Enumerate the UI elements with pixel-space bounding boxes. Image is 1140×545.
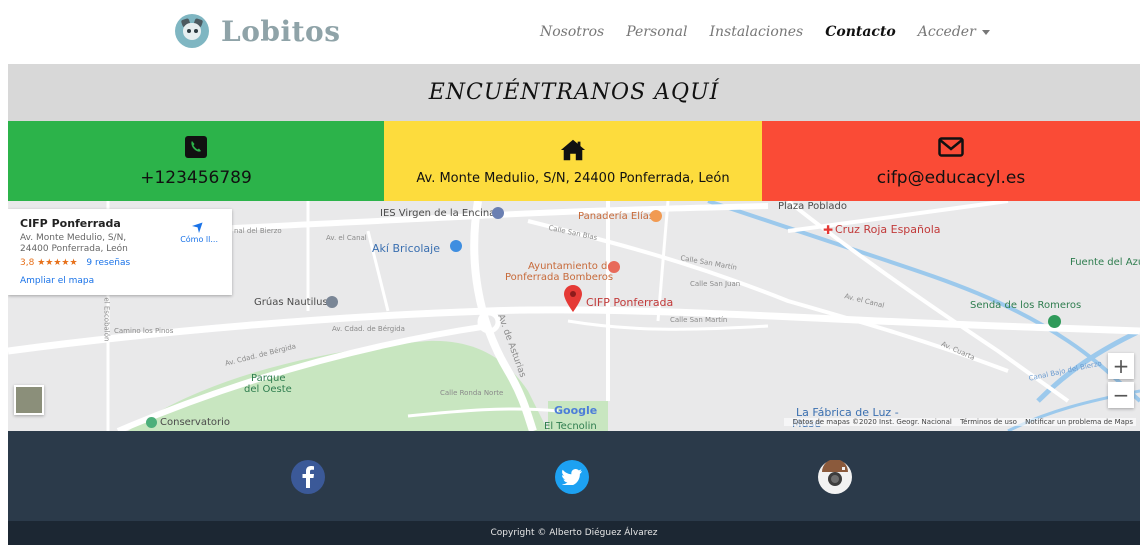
map-label-tecnolin[interactable]: El Tecnolin: [544, 421, 597, 431]
pin-conservatorio-icon: [146, 417, 157, 428]
nav-nosotros[interactable]: Nosotros: [540, 24, 604, 40]
reviews-link[interactable]: 9 reseñas: [86, 258, 130, 268]
street-label: Av. el Canal: [326, 234, 367, 242]
copyright-text: Copyright © Alberto Diéguez Álvarez: [490, 528, 658, 538]
map-label-ies[interactable]: IES Virgen de la Encina: [380, 208, 495, 219]
map-label-parque2[interactable]: del Oeste: [244, 384, 292, 395]
enlarge-map-link[interactable]: Ampliar el mapa: [20, 276, 220, 286]
townhall-icon: [608, 261, 620, 273]
home-icon: [560, 137, 586, 163]
terms-link[interactable]: Términos de uso: [960, 418, 1017, 426]
phone-block: +123456789: [8, 121, 384, 201]
nav-personal[interactable]: Personal: [626, 24, 687, 40]
nav-acceder: Acceder: [917, 24, 976, 40]
twitter-icon[interactable]: [555, 460, 589, 494]
map-label-conservatorio[interactable]: Conservatorio: [160, 417, 230, 428]
place-rating: 3,8 ★★★★★ 9 reseñas: [20, 258, 220, 268]
directions-label: Cómo ll...: [180, 235, 218, 244]
street-label: Camino los Pinos: [114, 327, 174, 335]
rating-stars: ★★★★★: [37, 258, 78, 268]
copyright-bar: Copyright © Alberto Diéguez Álvarez: [8, 521, 1140, 545]
map-label-cruzroja[interactable]: Cruz Roja Española: [835, 223, 941, 236]
map-label-cifp[interactable]: CIFP Ponferrada: [586, 296, 673, 309]
email-block: cifp@educacyl.es: [762, 121, 1140, 201]
contact-row: +123456789 Av. Monte Medulio, S/N, 24400…: [8, 121, 1140, 201]
phone-icon: [183, 134, 209, 160]
street-label: nal del Bierzo: [234, 227, 282, 235]
satellite-toggle[interactable]: [14, 385, 44, 415]
google-logo: Google: [554, 404, 598, 417]
directions-button[interactable]: Cómo ll...: [180, 219, 218, 244]
street-label: Calle San Juan: [690, 280, 741, 288]
facebook-icon[interactable]: [291, 460, 325, 494]
map-label-bomberos[interactable]: Ponferrada Bomberos: [505, 272, 613, 283]
wolf-icon: [175, 14, 209, 48]
street-label: Calle Ronda Norte: [440, 389, 504, 397]
street-label: Av. Cdad. de Bérgida: [332, 325, 405, 333]
map-label-plaza[interactable]: Plaza Poblado: [778, 201, 847, 212]
shop-icon: [450, 240, 462, 252]
report-problem-link[interactable]: Notificar un problema de Maps: [1025, 418, 1133, 426]
hiking-icon: [1048, 315, 1061, 328]
school-icon: [492, 207, 504, 219]
street-label: Calle San Martín: [670, 316, 728, 324]
map-attribution: Datos de mapas ©2020 Inst. Geogr. Nacion…: [783, 418, 1136, 426]
navbar: Lobitos Nosotros Personal Instalaciones …: [0, 0, 1140, 64]
directions-icon: [192, 222, 203, 233]
find-us-banner: ENCUÉNTRANOS AQUÍ: [8, 64, 1140, 121]
place-info-card: CIFP Ponferrada Av. Monte Medulio, S/N, …: [8, 209, 232, 295]
phone-text: +123456789: [140, 168, 252, 188]
instagram-icon[interactable]: [818, 460, 852, 494]
map-label-gruas[interactable]: Grúas Nautilus: [254, 297, 328, 308]
main-nav: Nosotros Personal Instalaciones Contacto…: [540, 24, 990, 40]
map-label-senda[interactable]: Senda de los Romeros: [970, 300, 1081, 311]
nav-acceder-dropdown[interactable]: Acceder: [918, 24, 990, 40]
map-label-parque1[interactable]: Parque: [251, 373, 285, 384]
map-label-fuente[interactable]: Fuente del Azu: [1070, 257, 1140, 268]
embedded-map[interactable]: IES Virgen de la Encina Panadería Elías …: [8, 201, 1140, 431]
address-block: Av. Monte Medulio, S/N, 24400 Ponferrada…: [384, 121, 762, 201]
map-label-ayuntamiento[interactable]: Ayuntamiento de: [528, 261, 614, 272]
address-text: Av. Monte Medulio, S/N, 24400 Ponferrada…: [416, 170, 730, 186]
zoom-out-button[interactable]: −: [1108, 382, 1134, 408]
rating-value: 3,8: [20, 258, 35, 268]
email-text: cifp@educacyl.es: [876, 168, 1026, 188]
attribution-data: Datos de mapas ©2020 Inst. Geogr. Nacion…: [792, 418, 952, 426]
place-address: Av. Monte Medulio, S/N, 24400 Ponferrada…: [20, 233, 128, 254]
cross-icon: ✚: [823, 223, 834, 237]
nav-contacto[interactable]: Contacto: [825, 24, 896, 40]
caret-down-icon: [981, 29, 990, 35]
zoom-in-button[interactable]: +: [1108, 353, 1134, 379]
bakery-icon: [650, 210, 662, 222]
map-label-panaderia[interactable]: Panadería Elías: [578, 211, 654, 222]
banner-title: ENCUÉNTRANOS AQUÍ: [428, 80, 720, 105]
footer: [8, 431, 1140, 521]
brand-link[interactable]: Lobitos: [175, 14, 340, 48]
map-label-aki[interactable]: Akí Bricolaje: [372, 242, 440, 255]
envelope-icon: [938, 134, 964, 160]
nav-instalaciones[interactable]: Instalaciones: [709, 24, 803, 40]
brand-name: Lobitos: [221, 14, 341, 48]
pin-gray-icon: [326, 296, 338, 308]
